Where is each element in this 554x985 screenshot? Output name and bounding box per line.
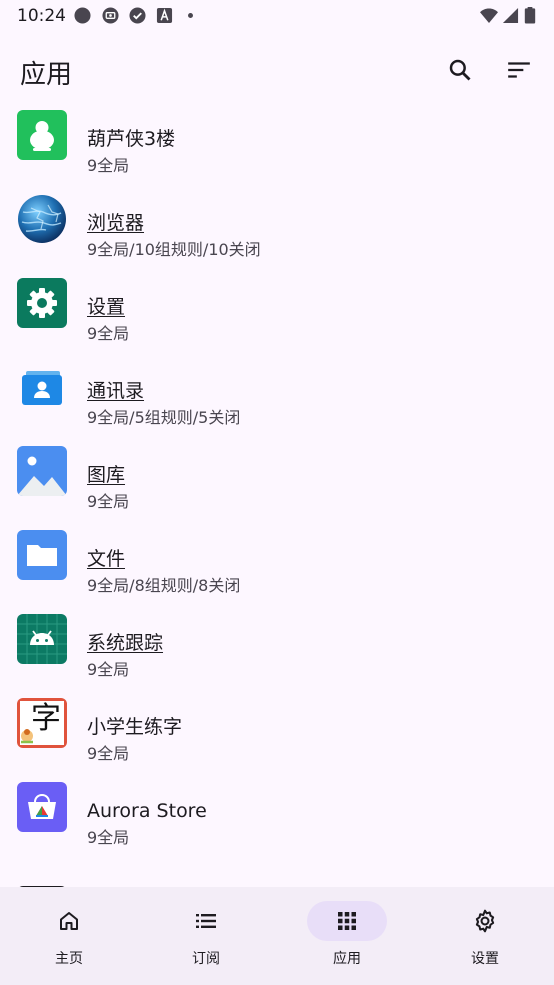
nav-settings[interactable]: 设置: [416, 887, 554, 985]
contacts-icon: [17, 362, 67, 412]
app-rule-summary: 9全局: [87, 492, 130, 511]
list-item[interactable]: 葫芦侠3楼 9全局: [0, 98, 554, 182]
app-list: 葫芦侠3楼 9全局 浏览器 9全局/10组规则/10关闭 设置 9全局 通讯录 …: [0, 98, 554, 887]
wifi-icon: [480, 8, 498, 24]
status-check-icon: [129, 7, 146, 24]
huluxia-gourd-icon: [17, 110, 67, 160]
status-dot-icon: [74, 7, 91, 24]
status-time: 10:24: [17, 6, 66, 26]
zi-character-icon: 字: [17, 698, 67, 748]
search-button[interactable]: [440, 50, 480, 90]
app-name: 浏览器: [87, 212, 145, 234]
nav-subscriptions[interactable]: 订阅: [137, 887, 275, 985]
nav-subscriptions-indicator: [166, 901, 246, 941]
files-folder-icon: [17, 530, 67, 580]
app-rule-summary: 9全局: [87, 156, 130, 175]
app-rule-summary: 9全局: [87, 324, 130, 343]
app-rule-summary: 9全局/10组规则/10关闭: [87, 240, 261, 259]
app-rule-summary: 9全局/8组规则/8关闭: [87, 576, 241, 595]
bottom-navigation: 主页 订阅 应用 设置: [0, 887, 554, 985]
status-keyboard-icon: [156, 7, 173, 24]
nav-home-label: 主页: [55, 951, 83, 967]
app-rule-summary: 9全局: [87, 828, 130, 847]
list-item[interactable]: [0, 854, 554, 887]
list-item[interactable]: 设置 9全局: [0, 266, 554, 350]
app-rule-summary: 9全局: [87, 660, 130, 679]
list-item[interactable]: Aurora Store 9全局: [0, 770, 554, 854]
app-name: 系统跟踪: [87, 632, 164, 654]
app-name: 通讯录: [87, 380, 145, 402]
list-icon: [196, 914, 216, 928]
app-name: 图库: [87, 464, 126, 486]
nav-home[interactable]: 主页: [0, 887, 138, 985]
home-icon: [60, 912, 78, 930]
battery-icon: [524, 7, 536, 24]
aurora-store-icon: [17, 782, 67, 832]
status-camera-icon: [102, 7, 119, 24]
app-name: 文件: [87, 548, 126, 570]
list-item[interactable]: 文件 9全局/8组规则/8关闭: [0, 518, 554, 602]
apps-grid-icon: [338, 912, 356, 930]
status-bar: 10:24: [0, 0, 554, 32]
nav-apps-indicator: [307, 901, 387, 941]
nav-settings-indicator: [445, 901, 525, 941]
nav-settings-label: 设置: [471, 951, 499, 967]
list-item[interactable]: 通讯录 9全局/5组规则/5关闭: [0, 350, 554, 434]
app-name: Aurora Store: [87, 800, 207, 822]
list-item[interactable]: 图库 9全局: [0, 434, 554, 518]
nav-apps[interactable]: 应用: [278, 887, 416, 985]
app-name: 葫芦侠3楼: [87, 128, 176, 150]
sort-icon: [508, 62, 530, 78]
list-item[interactable]: 系统跟踪 9全局: [0, 602, 554, 686]
list-item[interactable]: 字 小学生练字 9全局: [0, 686, 554, 770]
app-rule-summary: 9全局: [87, 744, 130, 763]
list-item[interactable]: 浏览器 9全局/10组规则/10关闭: [0, 182, 554, 266]
status-notification-dot-icon: [188, 13, 193, 18]
signal-icon: [502, 7, 519, 24]
browser-globe-icon: [17, 194, 67, 244]
app-name: 设置: [87, 296, 126, 318]
app-name: 小学生练字: [87, 716, 183, 738]
zi-glyph: 字: [31, 701, 61, 736]
nav-home-indicator: [29, 901, 109, 941]
page-title: 应用: [20, 60, 73, 90]
nav-apps-label: 应用: [333, 951, 361, 967]
app-rule-summary: 9全局/5组规则/5关闭: [87, 408, 241, 427]
nav-subscriptions-label: 订阅: [192, 951, 220, 967]
sort-button[interactable]: [499, 50, 539, 90]
settings-gear-icon: [17, 278, 67, 328]
android-icon: [17, 614, 67, 664]
gallery-icon: [17, 446, 67, 496]
search-icon: [449, 59, 471, 81]
gear-icon: [475, 909, 495, 933]
